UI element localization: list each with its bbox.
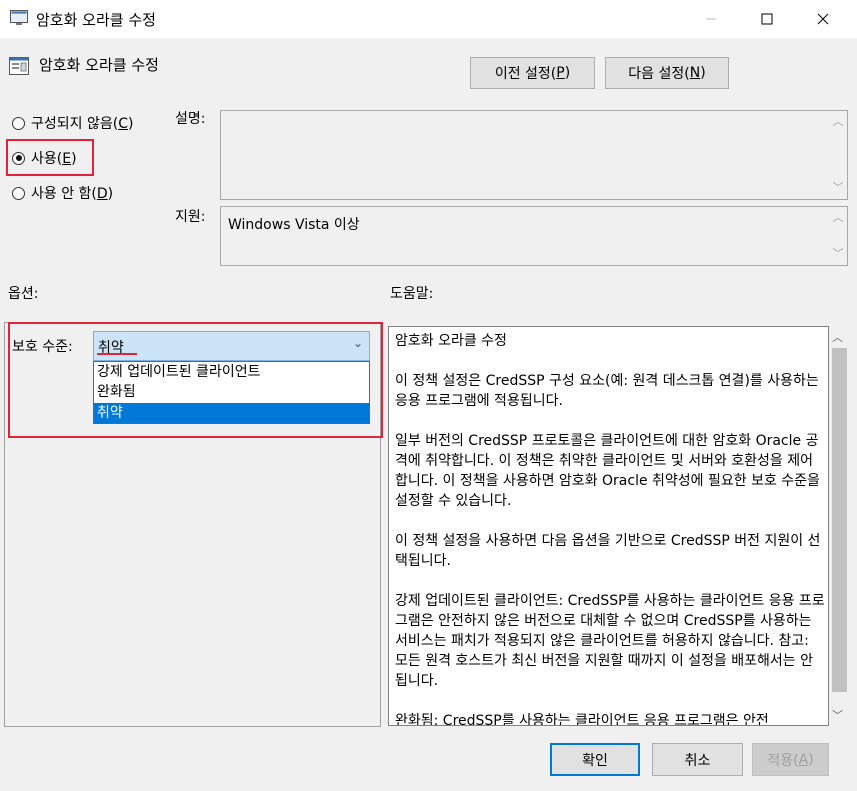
ok-button[interactable]: 확인 (550, 743, 640, 776)
scroll-up-icon[interactable]: ︿ (831, 211, 845, 225)
maximize-icon (761, 13, 773, 25)
help-text: 암호화 오라클 수정 이 정책 설정은 CredSSP 구성 요소(예: 원격 … (395, 331, 825, 726)
scroll-down-icon[interactable]: ﹀ (831, 247, 845, 261)
red-underline (97, 353, 137, 355)
next-mnemonic: N (689, 65, 701, 81)
scroll-down-icon[interactable]: ﹀ (832, 707, 843, 723)
help-paragraph: 강제 업데이트된 클라이언트: CredSSP를 사용하는 클라이언트 응용 프… (395, 593, 825, 689)
supported-value: Windows Vista 이상 (228, 217, 360, 233)
policy-setting-icon (9, 57, 29, 75)
help-paragraph: 이 정책 설정을 사용하면 다음 옵션을 기반으로 CredSSP 버전 지원이… (395, 533, 821, 569)
next-setting-button[interactable]: 다음 설정(N) (605, 57, 729, 89)
radio-disabled[interactable]: 사용 안 함(D) (12, 182, 113, 204)
minimize-icon (706, 18, 716, 20)
supported-textbox: Windows Vista 이상 ︿ ﹀ (220, 206, 848, 266)
chevron-down-icon: ⌄ (352, 336, 363, 350)
close-button[interactable] (800, 0, 846, 38)
protection-level-dropdown: 강제 업데이트된 클라이언트 완화됨 취약 (93, 361, 370, 424)
dropdown-option[interactable]: 강제 업데이트된 클라이언트 (94, 362, 369, 382)
radio-circle-icon (12, 186, 25, 200)
help-scrollbar[interactable]: ︿ ﹀ (829, 326, 849, 726)
dropdown-option[interactable]: 완화됨 (94, 382, 369, 402)
comment-textarea[interactable]: ︿ ﹀ (220, 110, 848, 200)
options-label: 옵션: (8, 286, 39, 302)
radio-checked-icon (12, 151, 25, 165)
radio-circle-icon (12, 116, 25, 130)
minimize-button[interactable] (688, 0, 734, 38)
protection-level-label: 보호 수준: (12, 339, 73, 355)
scroll-thumb[interactable] (832, 348, 847, 692)
scroll-up-icon[interactable]: ︿ (831, 115, 845, 129)
setting-title: 암호화 오라클 수정 (39, 56, 159, 74)
help-paragraph: 암호화 오라클 수정 (395, 333, 507, 349)
radio-not-configured[interactable]: 구성되지 않음(C) (12, 112, 133, 134)
scroll-up-icon[interactable]: ︿ (832, 329, 843, 345)
help-paragraph: 이 정책 설정은 CredSSP 구성 요소(예: 원격 데스크톱 연결)를 사… (395, 373, 819, 409)
protection-level-combobox[interactable]: 취약 ⌄ (93, 331, 370, 361)
window-title: 암호화 오라클 수정 (36, 11, 156, 29)
comment-label: 설명: (175, 111, 206, 127)
close-icon (817, 13, 829, 25)
previous-setting-label: 이전 설정( (494, 66, 557, 82)
scroll-down-icon[interactable]: ﹀ (831, 181, 845, 195)
maximize-button[interactable] (744, 0, 790, 38)
cancel-button[interactable]: 취소 (652, 743, 743, 776)
help-paragraph: 일부 버전의 CredSSP 프로토콜은 클라이언트에 대한 암호화 Oracl… (395, 433, 820, 509)
supported-label: 지원: (175, 209, 206, 225)
next-setting-label: 다음 설정( (628, 66, 690, 82)
help-label: 도움말: (390, 286, 434, 302)
help-pane: 암호화 오라클 수정 이 정책 설정은 CredSSP 구성 요소(예: 원격 … (388, 326, 829, 726)
radio-enabled[interactable]: 사용(E) (12, 147, 77, 169)
apply-button[interactable]: 적용(A) (752, 743, 829, 776)
previous-mnemonic: P (556, 65, 565, 81)
dropdown-option-selected[interactable]: 취약 (94, 403, 369, 423)
help-paragraph: 완화됨: CredSSP를 사용하는 클라이언트 응용 프로그램은 안전 (395, 713, 769, 726)
policy-icon (10, 10, 28, 25)
previous-setting-button[interactable]: 이전 설정(P) (470, 57, 595, 89)
